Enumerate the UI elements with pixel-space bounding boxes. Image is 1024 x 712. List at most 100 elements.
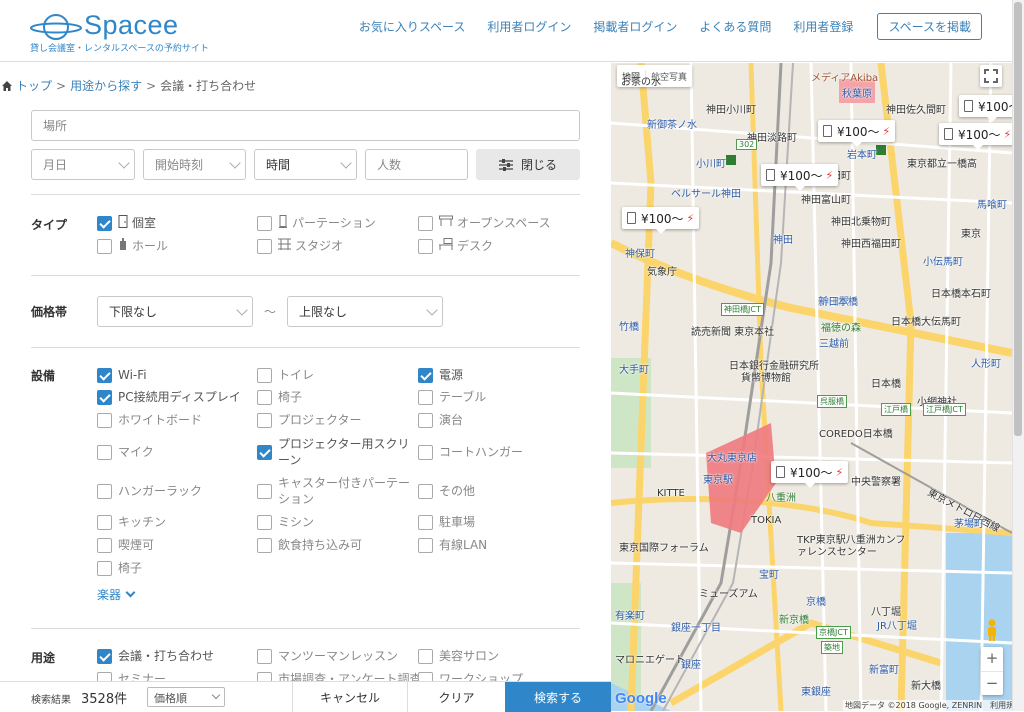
- checkbox[interactable]: [257, 445, 272, 460]
- cancel-button[interactable]: キャンセル: [292, 682, 408, 712]
- checkbox[interactable]: [97, 216, 112, 231]
- nav-host-login[interactable]: 掲載者ログイン: [593, 18, 677, 35]
- post-space-button[interactable]: スペースを掲載: [877, 12, 982, 40]
- equip-hanger-rack[interactable]: ハンガーラック: [97, 483, 202, 499]
- equip-caster-partition[interactable]: キャスター付きパーテーション: [257, 475, 417, 507]
- checkbox[interactable]: [97, 413, 112, 428]
- map-attribution[interactable]: 地図データ ©2018 Google, ZENRIN 利用規約: [843, 700, 1012, 711]
- equip-kitchen[interactable]: キッチン: [97, 514, 166, 530]
- equip-wired-lan[interactable]: 有線LAN: [418, 537, 487, 553]
- checkbox[interactable]: [257, 413, 272, 428]
- checkbox[interactable]: [257, 239, 272, 254]
- checkbox[interactable]: [257, 368, 272, 383]
- show-more-equipment[interactable]: 楽器: [97, 586, 136, 603]
- search-button[interactable]: 検索する: [505, 682, 611, 712]
- breadcrumb-parent[interactable]: 用途から探す: [70, 79, 142, 93]
- price-max-select[interactable]: 上限なし: [287, 296, 443, 327]
- map-label: 有楽町: [615, 611, 645, 622]
- equip-projector[interactable]: プロジェクター: [257, 412, 362, 428]
- type-option-hall[interactable]: ホール: [97, 238, 168, 254]
- equip-table[interactable]: テーブル: [418, 389, 486, 405]
- checkbox[interactable]: [97, 515, 112, 530]
- equip-coat-hanger[interactable]: コートハンガー: [418, 444, 523, 460]
- duration-select[interactable]: 時間: [254, 149, 357, 180]
- equip-chair[interactable]: 椅子: [257, 389, 302, 405]
- zoom-out-button[interactable]: −: [981, 671, 1003, 695]
- nav-faq[interactable]: よくある質問: [699, 18, 771, 35]
- equip-whiteboard[interactable]: ホワイトボード: [97, 412, 202, 428]
- checkbox[interactable]: [257, 390, 272, 405]
- checkbox[interactable]: [97, 368, 112, 383]
- nav-favorites[interactable]: お気に入りスペース: [359, 18, 466, 35]
- map-label: 大丸東京店: [707, 453, 757, 464]
- street-view-pegman-icon[interactable]: [984, 619, 1000, 641]
- checkbox[interactable]: [418, 390, 433, 405]
- checkbox[interactable]: [418, 413, 433, 428]
- checkbox[interactable]: [257, 484, 272, 499]
- type-option-private-room[interactable]: 個室: [97, 215, 156, 231]
- people-input[interactable]: 人数: [365, 149, 468, 180]
- checkbox[interactable]: [97, 538, 112, 553]
- checkbox[interactable]: [418, 239, 433, 254]
- zoom-in-button[interactable]: +: [981, 647, 1003, 671]
- equip-wifi[interactable]: Wi-Fi: [97, 367, 147, 383]
- checkbox[interactable]: [257, 649, 272, 664]
- usage-meeting[interactable]: 会議・打ち合わせ: [97, 648, 214, 664]
- equip-food-allowed[interactable]: 飲食持ち込み可: [257, 537, 362, 553]
- type-option-partition[interactable]: パーテーション: [257, 215, 376, 231]
- checkbox[interactable]: [257, 216, 272, 231]
- checkbox[interactable]: [97, 239, 112, 254]
- checkbox[interactable]: [418, 649, 433, 664]
- price-marker[interactable]: ¥100〜 ⚡: [818, 120, 896, 147]
- price-marker[interactable]: ¥100〜: [959, 95, 1012, 122]
- checkbox[interactable]: [257, 538, 272, 553]
- checkbox[interactable]: [97, 561, 112, 576]
- usage-beauty-salon[interactable]: 美容サロン: [418, 648, 499, 664]
- sort-select[interactable]: 価格順: [147, 687, 225, 707]
- checkbox[interactable]: [257, 515, 272, 530]
- location-input[interactable]: 場所: [31, 110, 580, 141]
- checkbox[interactable]: [418, 216, 433, 231]
- close-filter-button[interactable]: 閉じる: [476, 149, 580, 180]
- price-marker[interactable]: ¥100〜 ⚡: [761, 164, 839, 191]
- checkbox[interactable]: [418, 445, 433, 460]
- equip-sewing-machine[interactable]: ミシン: [257, 514, 314, 530]
- equip-other[interactable]: その他: [418, 483, 475, 499]
- map-view[interactable]: 地図 航空写真 お茶の水 メディアAkiba 秋葉原 神田佐久間町 神田小川町 …: [611, 63, 1012, 711]
- equip-smoking[interactable]: 喫煙可: [97, 537, 154, 553]
- checkbox[interactable]: [97, 649, 112, 664]
- fullscreen-button[interactable]: [980, 65, 1002, 87]
- price-marker[interactable]: ¥100〜 ⚡: [622, 207, 700, 234]
- equip-chair-2[interactable]: 椅子: [97, 560, 142, 576]
- breadcrumb-home[interactable]: トップ: [16, 79, 52, 93]
- checkbox[interactable]: [418, 368, 433, 383]
- equip-parking[interactable]: 駐車場: [418, 514, 475, 530]
- price-marker[interactable]: ¥100〜 ⚡: [939, 123, 1012, 150]
- usage-private-lesson[interactable]: マンツーマンレッスン: [257, 648, 398, 664]
- price-min-select[interactable]: 下限なし: [97, 296, 253, 327]
- nav-register[interactable]: 利用者登録: [793, 18, 853, 35]
- equip-mic[interactable]: マイク: [97, 444, 154, 460]
- checkbox[interactable]: [418, 538, 433, 553]
- equip-podium[interactable]: 演台: [418, 412, 463, 428]
- equip-projector-screen[interactable]: プロジェクター用スクリーン: [257, 436, 417, 468]
- date-select[interactable]: 月日: [31, 149, 135, 180]
- type-option-desk[interactable]: デスク: [418, 238, 493, 254]
- checkbox[interactable]: [97, 445, 112, 460]
- checkbox[interactable]: [418, 484, 433, 499]
- equip-pc-display[interactable]: PC接続用ディスプレイ: [97, 389, 241, 405]
- type-option-open-space[interactable]: オープンスペース: [418, 215, 551, 231]
- price-marker[interactable]: ¥100〜 ⚡: [771, 461, 849, 488]
- type-option-studio[interactable]: スタジオ: [257, 238, 343, 254]
- clear-button[interactable]: クリア: [408, 682, 505, 712]
- start-time-select[interactable]: 開始時刻: [143, 149, 246, 180]
- brand-logo[interactable]: Spacee 貸し会議室・レンタルスペースの予約サイト: [30, 10, 220, 54]
- nav-user-login[interactable]: 利用者ログイン: [487, 18, 571, 35]
- checkbox[interactable]: [97, 484, 112, 499]
- page-scrollbar-thumb[interactable]: [1014, 2, 1022, 436]
- equip-toilet[interactable]: トイレ: [257, 367, 314, 383]
- equip-power[interactable]: 電源: [418, 367, 463, 383]
- breadcrumb-separator: >: [146, 79, 157, 93]
- checkbox[interactable]: [418, 515, 433, 530]
- checkbox[interactable]: [97, 390, 112, 405]
